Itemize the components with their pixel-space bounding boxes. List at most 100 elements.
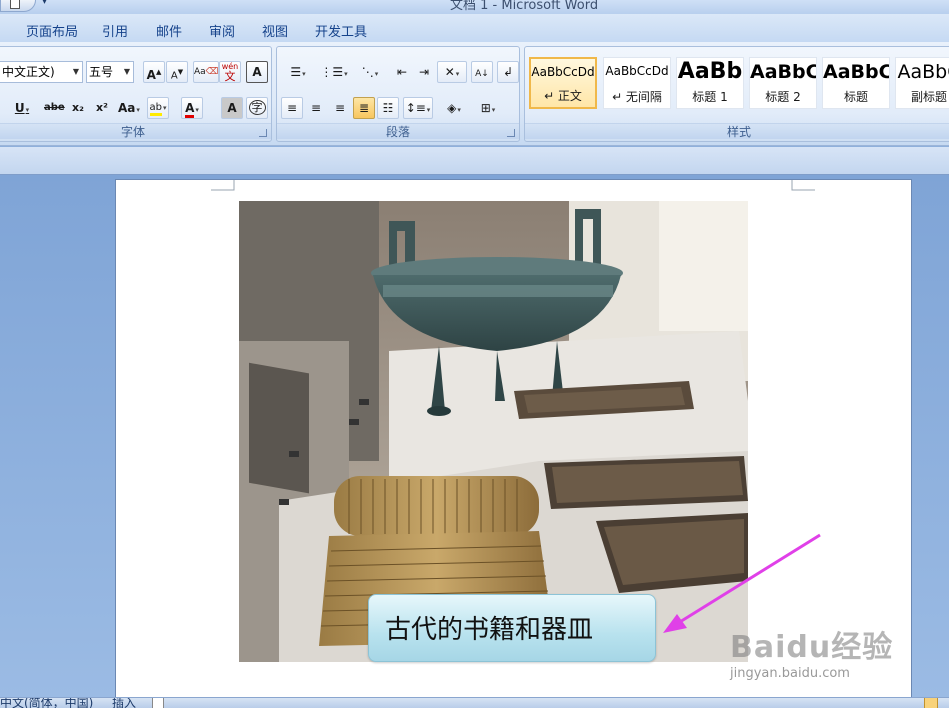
- character-border-button[interactable]: A: [246, 61, 268, 83]
- decrease-indent-icon: ⇤: [396, 65, 408, 79]
- language-status[interactable]: 中文(简体，中国): [0, 698, 93, 708]
- macro-record-icon[interactable]: [152, 698, 164, 708]
- insert-mode-status[interactable]: 插入: [112, 698, 136, 708]
- underline-button[interactable]: U▾: [11, 97, 33, 119]
- style-no-spacing[interactable]: AaBbCcDd ↵ 无间隔: [603, 57, 671, 109]
- borders-icon: ⊞: [480, 101, 491, 115]
- enclose-characters-button[interactable]: 字: [246, 97, 268, 119]
- paragraph-mark-icon: ↲: [502, 65, 514, 79]
- numbering-button[interactable]: ⋮☰▾: [317, 61, 351, 83]
- chevron-down-icon: ▼: [72, 67, 79, 76]
- styles-group-label: 样式: [525, 123, 949, 139]
- tab-developer[interactable]: 开发工具: [315, 21, 367, 40]
- chevron-down-icon: ▼: [123, 67, 130, 76]
- align-center-button[interactable]: ≡: [305, 97, 327, 119]
- bullets-icon: ☰: [290, 65, 302, 79]
- sort-button[interactable]: A↓: [471, 61, 493, 83]
- style-name: 标题 2: [765, 90, 801, 104]
- tab-view[interactable]: 视图: [262, 21, 288, 40]
- clear-format-icon: Aa⌫: [194, 67, 219, 77]
- change-case-icon: Aa: [118, 101, 136, 115]
- align-left-icon: ≡: [286, 101, 298, 115]
- clear-format-button[interactable]: Aa⌫: [193, 61, 220, 83]
- enclose-characters-icon: 字: [248, 100, 266, 115]
- style-heading-2[interactable]: AaBbC 标题 2: [749, 57, 817, 109]
- style-name: 标题 1: [692, 90, 728, 104]
- style-subtitle[interactable]: AaBbC 副标题: [895, 57, 949, 109]
- multilevel-list-icon: ⋱: [361, 65, 374, 79]
- grow-font-icon: A: [146, 68, 156, 82]
- grow-font-button[interactable]: A▲: [143, 61, 165, 83]
- styles-group: AaBbCcDd ↵ 正文 AaBbCcDd ↵ 无间隔 AaBb 标题 1 A…: [524, 46, 949, 142]
- corner-mark-left: [211, 180, 235, 191]
- shrink-font-button[interactable]: A▼: [166, 61, 188, 83]
- highlight-icon: ab: [149, 102, 162, 116]
- style-sample: AaBbC: [750, 61, 817, 83]
- style-name: 副标题: [910, 90, 947, 104]
- paint-bucket-icon: ◈: [447, 101, 457, 115]
- multilevel-list-button[interactable]: ⋱▾: [353, 61, 387, 83]
- distributed-button[interactable]: ☷: [377, 97, 399, 119]
- align-center-icon: ≡: [310, 101, 322, 115]
- style-sample: AaBb: [677, 59, 743, 84]
- paragraph-group-label: 段落: [277, 123, 519, 139]
- phonetic-char: 文: [224, 70, 236, 83]
- align-right-icon: ≡: [334, 101, 346, 115]
- ribbon: 中文正文) ▼ 五号 ▼ A▲ A▼ Aa⌫ wén 文 A U▾ abe x₂…: [0, 42, 949, 146]
- style-normal[interactable]: AaBbCcDd ↵ 正文: [529, 57, 597, 109]
- line-spacing-button[interactable]: ↕≡▾: [403, 97, 433, 119]
- baidu-watermark: Baidu经验 jingyan.baidu.com: [730, 622, 930, 692]
- shading-button[interactable]: ◈▾: [439, 97, 469, 119]
- style-name: ↵ 正文: [544, 89, 582, 103]
- paragraph-dialog-launcher-icon[interactable]: [507, 129, 515, 137]
- line-spacing-icon: ↕≡: [405, 101, 426, 115]
- strikethrough-button[interactable]: abe: [43, 97, 66, 119]
- font-size-combo[interactable]: 五号 ▼: [86, 61, 134, 83]
- decrease-indent-button[interactable]: ⇤: [391, 61, 413, 83]
- highlight-button[interactable]: ab▾: [147, 97, 169, 119]
- phonetic-guide-button[interactable]: wén 文: [219, 61, 241, 83]
- borders-button[interactable]: ⊞▾: [473, 97, 503, 119]
- justify-button[interactable]: ≣: [353, 97, 375, 119]
- status-bar: 中文(简体，中国) 插入: [0, 697, 949, 708]
- baidu-logo: Baidu经验: [730, 630, 894, 665]
- font-name-value: 中文正文): [2, 65, 55, 79]
- style-sample: AaBbCcDd: [605, 64, 669, 78]
- callout-textbox[interactable]: 古代的书籍和器皿: [368, 594, 656, 662]
- style-title[interactable]: AaBbC 标题: [822, 57, 890, 109]
- increase-indent-button[interactable]: ⇥: [413, 61, 435, 83]
- tab-mailings[interactable]: 邮件: [156, 21, 182, 40]
- bullets-button[interactable]: ☰▾: [281, 61, 315, 83]
- change-case-button[interactable]: Aa▾: [117, 97, 141, 119]
- tab-review[interactable]: 审阅: [209, 21, 235, 40]
- chinese-layout-button[interactable]: ✕▾: [437, 61, 467, 83]
- font-name-combo[interactable]: 中文正文) ▼: [0, 61, 83, 83]
- style-heading-1[interactable]: AaBb 标题 1: [676, 57, 744, 109]
- underline-icon: U: [14, 101, 25, 115]
- strikethrough-icon: abe: [44, 102, 65, 113]
- tab-page-layout[interactable]: 页面布局: [26, 21, 78, 40]
- align-right-button[interactable]: ≡: [329, 97, 351, 119]
- print-layout-view-icon[interactable]: [924, 698, 938, 708]
- show-marks-button[interactable]: ↲: [497, 61, 519, 83]
- ribbon-tabs: 页面布局 引用 邮件 审阅 视图 开发工具: [0, 14, 949, 42]
- document-icon[interactable]: [10, 0, 20, 9]
- character-shading-button[interactable]: A: [221, 97, 243, 119]
- superscript-button[interactable]: x²: [91, 97, 113, 119]
- document-workspace: 古代的书籍和器皿: [0, 175, 949, 700]
- window-title: 文档 1 - Microsoft Word: [450, 0, 599, 13]
- style-name: ↵ 无间隔: [612, 90, 662, 104]
- subscript-button[interactable]: x₂: [67, 97, 89, 119]
- tab-references[interactable]: 引用: [102, 21, 128, 40]
- customize-quick-access-icon[interactable]: ▾: [42, 0, 47, 7]
- callout-text: 古代的书籍和器皿: [385, 615, 594, 645]
- increase-indent-icon: ⇥: [418, 65, 430, 79]
- align-left-button[interactable]: ≡: [281, 97, 303, 119]
- font-color-button[interactable]: A▾: [181, 97, 203, 119]
- chinese-layout-icon: ✕: [444, 65, 455, 79]
- watermark-url: jingyan.baidu.com: [730, 666, 850, 681]
- corner-mark-right: [791, 180, 815, 191]
- style-sample: AaBbCcDd: [531, 65, 595, 79]
- font-dialog-launcher-icon[interactable]: [259, 129, 267, 137]
- style-name: 标题: [843, 90, 868, 104]
